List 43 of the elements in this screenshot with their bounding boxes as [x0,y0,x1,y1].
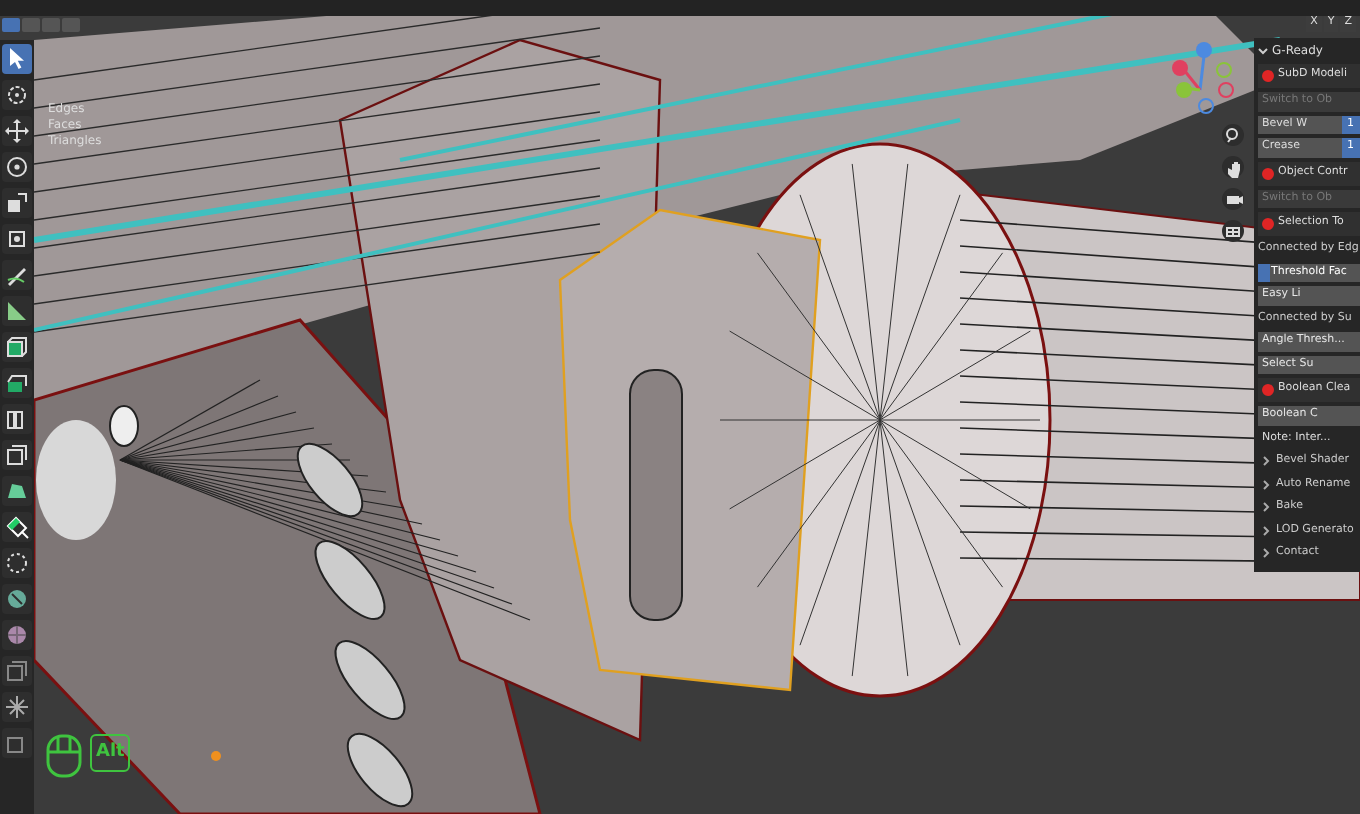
move-arrows-tool-button[interactable] [2,116,32,146]
chevron-icon [1262,502,1270,513]
box-outline-icon [2,440,32,470]
dashed-circle-icon [2,548,32,578]
chevron-icon [1258,45,1268,56]
stacked-box-tool-button[interactable] [2,404,32,434]
pencil-tool-button[interactable] [2,260,32,290]
box-extrude-tool-button[interactable] [2,368,32,398]
chevron-icon [1262,479,1270,490]
crosshair-icon [2,80,32,110]
dashed-circle-tool-button[interactable] [2,548,32,578]
magnifier-icon [1222,124,1244,146]
camera-button[interactable] [1222,188,1244,210]
key-indicator: Alt [90,734,131,772]
grid-button[interactable] [1222,220,1244,242]
magnifier-button[interactable] [1222,124,1244,146]
transform-tool-button[interactable] [2,224,32,254]
cube-icon [2,332,32,362]
rotate-tool-button[interactable] [2,152,32,182]
hand-button[interactable] [1222,156,1244,178]
shape-tool-button[interactable] [2,476,32,506]
sphere-tool-button[interactable] [2,620,32,650]
sphere-icon [2,620,32,650]
origin-dot [211,751,221,761]
chevron-icon [1262,548,1270,559]
box-outline-icon [2,656,32,686]
cube-tool-button[interactable] [2,332,32,362]
ball-icon [1262,218,1274,230]
axis-gizmo-drawing [1172,42,1234,114]
mouse-icon [46,734,82,778]
box-outline-tool-button[interactable] [2,440,32,470]
hand-icon [1222,156,1244,178]
scale-tool-button[interactable] [2,188,32,218]
rotate-icon [2,152,32,182]
scale-icon [2,188,32,218]
crosshair-tool-button[interactable] [2,80,32,110]
chevron-icon [1262,525,1270,536]
chevron-icon [1262,456,1270,467]
move-arrows-icon [2,116,32,146]
ball-icon [1262,167,1274,179]
ball-icon [1262,384,1274,396]
ball-icon [1262,70,1274,82]
cursor-arrow-tool-button[interactable] [2,44,32,74]
